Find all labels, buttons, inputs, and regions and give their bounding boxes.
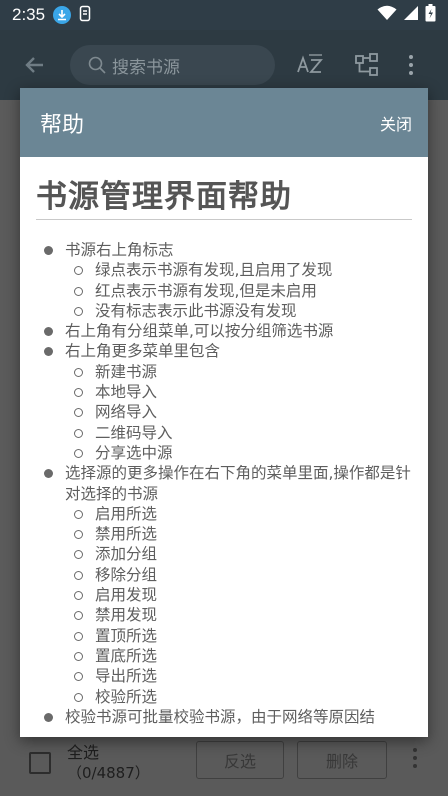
close-button[interactable]: 关闭: [380, 111, 412, 135]
help-sublist: 启用所选 禁用所选 添加分组 移除分组 启用发现 禁用发现 置顶所选 置底所选 导出所选 校验所选: [65, 504, 412, 707]
select-all-label: 全选 （0/4887）: [67, 742, 150, 784]
help-subitem: 置顶所选: [65, 626, 412, 646]
help-sublist: 新建书源 本地导入 网络导入 二维码导入 分享选中源: [65, 362, 412, 463]
wifi-icon: [377, 5, 397, 25]
dialog-header: 帮助 关闭: [20, 88, 428, 157]
bottom-more-button[interactable]: [413, 748, 417, 768]
help-list: 书源右上角标志 绿点表示书源有发现,且启用了发现 红点表示书源有发现,但是未启用 没有…: [36, 240, 412, 727]
help-subitem: 校验所选: [65, 687, 412, 707]
battery-icon: [425, 4, 436, 26]
signal-icon: [403, 5, 419, 25]
help-subitem: 禁用发现: [65, 605, 412, 625]
help-subitem: 红点表示书源有发现,但是未启用: [65, 281, 412, 301]
dialog-title: 帮助: [40, 112, 85, 138]
delete-button[interactable]: 删除: [297, 741, 387, 779]
help-dialog: 帮助 关闭 书源管理界面帮助 书源右上角标志 绿点表示书源有发现,且启用了发现 红点…: [20, 88, 428, 737]
help-item-text: 右上角更多菜单里包含: [65, 342, 221, 361]
selected-count: （0/4887）: [67, 764, 150, 782]
more-vert-icon: [409, 55, 413, 59]
help-subitem: 本地导入: [65, 382, 412, 402]
help-subitem: 置底所选: [65, 646, 412, 666]
search-icon: [88, 56, 106, 74]
help-item-text: 校验书源可批量校验书源，由于网络等原因结: [65, 707, 376, 726]
dialog-body[interactable]: 书源管理界面帮助 书源右上角标志 绿点表示书源有发现,且启用了发现 红点表示书源有发…: [20, 157, 428, 727]
sort-az-icon: [297, 54, 323, 73]
select-all-text: 全选: [67, 743, 100, 762]
help-subitem: 二维码导入: [65, 423, 412, 443]
help-item-text: 选择源的更多操作在右下角的菜单里面,操作都是针对选择的书源: [65, 464, 411, 503]
help-item-text: 书源右上角标志: [65, 241, 174, 259]
help-item: 选择源的更多操作在右下角的菜单里面,操作都是针对选择的书源 启用所选 禁用所选 添加分…: [36, 463, 412, 707]
search-input[interactable]: 搜索书源: [70, 45, 275, 85]
help-subitem: 网络导入: [65, 402, 412, 422]
invert-selection-button[interactable]: 反选: [196, 741, 284, 779]
help-subitem: 移除分组: [65, 565, 412, 585]
more-vert-icon: [413, 748, 417, 752]
select-all-checkbox[interactable]: [29, 752, 51, 774]
help-item: 右上角有分组菜单,可以按分组筛选书源: [36, 321, 412, 341]
help-item: 校验书源可批量校验书源，由于网络等原因结: [36, 707, 412, 727]
help-subitem: 禁用所选: [65, 524, 412, 544]
group-icon: [355, 53, 378, 76]
help-heading: 书源管理界面帮助: [36, 171, 412, 220]
help-subitem: 没有标志表示此书源没有发现: [65, 301, 412, 321]
arrow-back-icon: [25, 57, 43, 73]
search-placeholder: 搜索书源: [112, 57, 180, 78]
help-subitem: 添加分组: [65, 544, 412, 564]
help-subitem: 启用发现: [65, 585, 412, 605]
help-item: 书源右上角标志 绿点表示书源有发现,且启用了发现 红点表示书源有发现,但是未启用 没有…: [36, 240, 412, 321]
help-subitem: 启用所选: [65, 504, 412, 524]
status-time: 2:35: [12, 5, 46, 24]
help-subitem: 绿点表示书源有发现,且启用了发现: [65, 260, 412, 280]
help-subitem: 新建书源: [65, 362, 412, 382]
sim-icon: [79, 5, 91, 26]
more-menu-button[interactable]: [395, 55, 427, 75]
help-subitem: 导出所选: [65, 666, 412, 686]
help-sublist: 绿点表示书源有发现,且启用了发现 红点表示书源有发现,但是未启用 没有标志表示此书源…: [65, 260, 412, 321]
help-subitem: 分享选中源: [65, 443, 412, 463]
help-item-text: 右上角有分组菜单,可以按分组筛选书源: [65, 322, 334, 341]
download-icon: [53, 6, 72, 24]
help-item: 右上角更多菜单里包含 新建书源 本地导入 网络导入 二维码导入 分享选中源: [36, 341, 412, 463]
status-bar: 2:35: [0, 0, 448, 30]
